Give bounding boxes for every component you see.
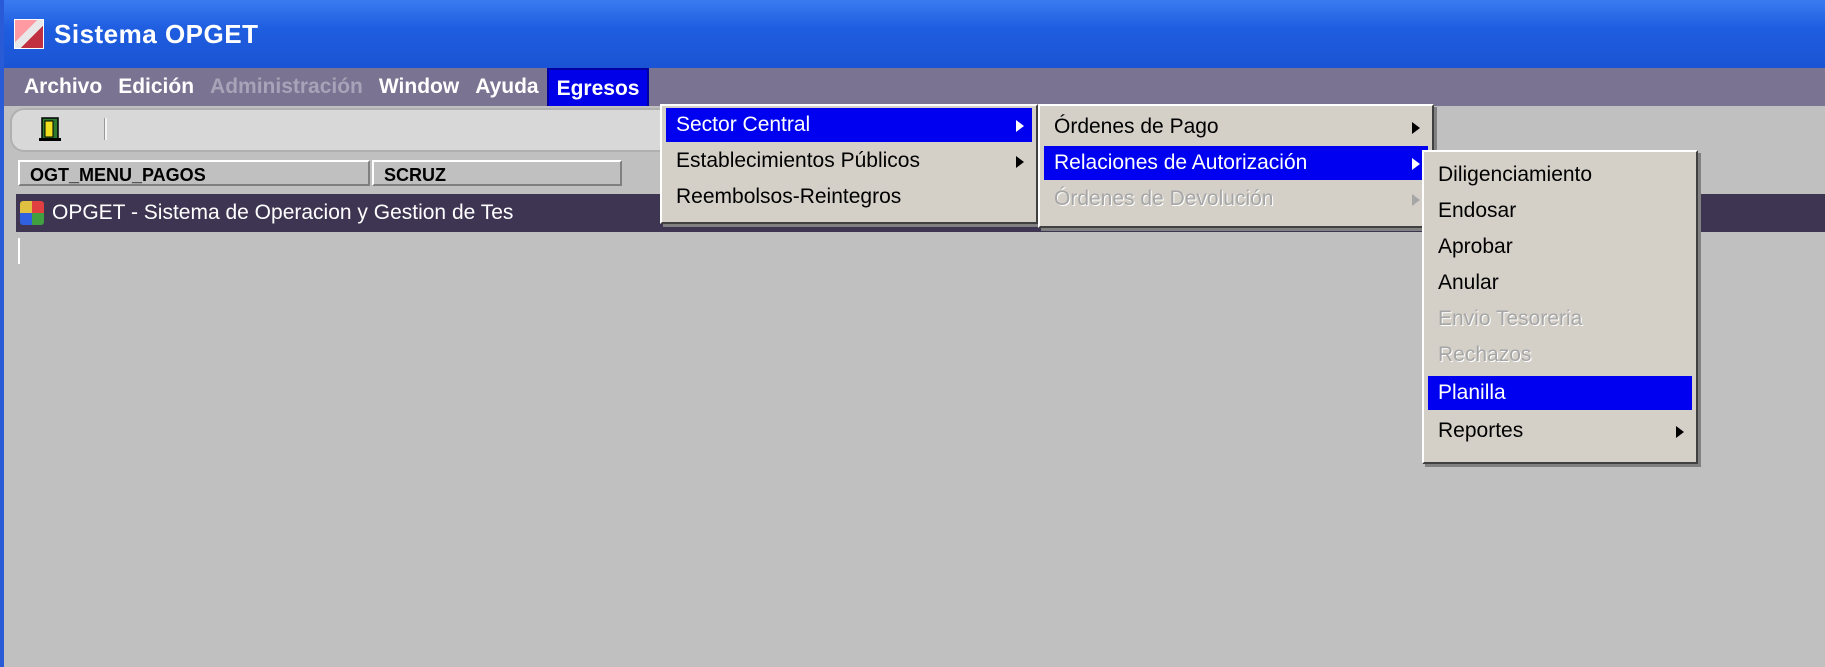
menu-item-label: Reembolsos-Reintegros — [676, 185, 902, 208]
menu-item-establecimientos-publicos[interactable]: Establecimientos Públicos — [666, 144, 1032, 178]
menu-item-label: Órdenes de Devolución — [1054, 187, 1274, 210]
submenu-arrow-icon — [1412, 158, 1420, 170]
relaciones-submenu: Diligenciamiento Endosar Aprobar Anular … — [1422, 150, 1698, 464]
menu-ayuda[interactable]: Ayuda — [467, 68, 546, 106]
menu-item-endosar[interactable]: Endosar — [1428, 194, 1692, 228]
submenu-arrow-icon — [1016, 120, 1024, 132]
menu-item-label: Envio Tesoreria — [1438, 307, 1583, 330]
sector-central-submenu: Órdenes de Pago Relaciones de Autorizaci… — [1038, 104, 1434, 228]
submenu-arrow-icon — [1676, 426, 1684, 438]
exit-door-icon[interactable] — [38, 116, 62, 142]
menu-item-planilla[interactable]: Planilla — [1428, 376, 1692, 410]
menu-egresos[interactable]: Egresos — [546, 68, 650, 106]
menu-edicion[interactable]: Edición — [110, 68, 202, 106]
submenu-arrow-icon — [1016, 156, 1024, 168]
menu-item-ordenes-de-pago[interactable]: Órdenes de Pago — [1044, 110, 1428, 144]
user-field: SCRUZ — [372, 160, 622, 186]
menu-item-label: Sector Central — [676, 113, 811, 136]
toolbar-separator — [104, 118, 107, 140]
menu-administracion: Administración — [210, 75, 363, 98]
menu-item-envio-tesoreria: Envio Tesoreria — [1428, 302, 1692, 336]
menu-item-aprobar[interactable]: Aprobar — [1428, 230, 1692, 264]
menu-item-reportes[interactable]: Reportes — [1428, 414, 1692, 448]
menu-item-rechazos: Rechazos — [1428, 338, 1692, 372]
submenu-arrow-icon — [1412, 122, 1420, 134]
menu-item-label: Establecimientos Públicos — [676, 149, 920, 172]
window-title: Sistema OPGET — [54, 18, 259, 49]
submenu-arrow-icon — [1412, 194, 1420, 206]
menu-item-label: Diligenciamiento — [1438, 163, 1593, 186]
egresos-dropdown: Sector Central Establecimientos Públicos… — [660, 104, 1038, 224]
menu-item-label: Reportes — [1438, 419, 1524, 442]
opget-frame-icon — [20, 201, 44, 225]
menu-item-reembolsos-reintegros[interactable]: Reembolsos-Reintegros — [666, 180, 1032, 214]
app-icon — [14, 19, 44, 49]
menu-window[interactable]: Window — [371, 68, 467, 106]
module-field: OGT_MENU_PAGOS — [18, 160, 370, 186]
text-caret — [18, 238, 20, 264]
menu-item-label: Aprobar — [1438, 235, 1513, 258]
menu-archivo[interactable]: Archivo — [16, 68, 110, 106]
menu-item-label: Órdenes de Pago — [1054, 115, 1219, 138]
menu-item-sector-central[interactable]: Sector Central — [666, 108, 1032, 142]
menu-item-ordenes-de-devolucion: Órdenes de Devolución — [1044, 182, 1428, 216]
menu-item-label: Planilla — [1438, 381, 1506, 404]
title-bar[interactable]: Sistema OPGET — [4, 0, 1825, 68]
menu-item-diligenciamiento[interactable]: Diligenciamiento — [1428, 158, 1692, 192]
menu-item-label: Anular — [1438, 271, 1499, 294]
application-window: Sistema OPGET Archivo Edición Administra… — [0, 0, 1825, 667]
menu-item-label: Endosar — [1438, 199, 1517, 222]
menu-item-label: Relaciones de Autorización — [1054, 151, 1308, 174]
inner-frame-title: OPGET - Sistema de Operacion y Gestion d… — [52, 201, 514, 224]
menu-bar: Archivo Edición Administración Window Ay… — [4, 68, 1825, 106]
menu-item-relaciones-de-autorizacion[interactable]: Relaciones de Autorización — [1044, 146, 1428, 180]
menu-item-anular[interactable]: Anular — [1428, 266, 1692, 300]
menu-item-label: Rechazos — [1438, 343, 1532, 366]
